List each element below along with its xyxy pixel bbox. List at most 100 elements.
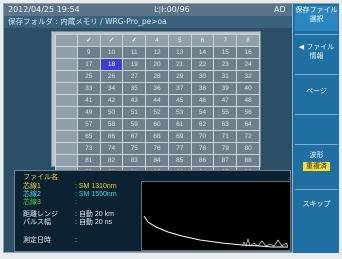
- grid-header-cell: 8: [236, 34, 260, 47]
- file-slot-cell[interactable]: 62: [190, 118, 215, 131]
- file-slot-cell[interactable]: 80: [236, 142, 260, 155]
- file-slot-cell[interactable]: 64: [236, 118, 260, 131]
- file-slot-cell[interactable]: 21: [167, 58, 192, 71]
- file-slot-cell[interactable]: 71: [213, 130, 238, 143]
- file-slot-cell[interactable]: [55, 130, 78, 143]
- file-slot-cell[interactable]: 79: [213, 142, 238, 155]
- file-slot-cell[interactable]: 45: [167, 94, 192, 107]
- file-slot-cell[interactable]: 43: [122, 94, 147, 107]
- file-slot-cell[interactable]: 16: [236, 46, 260, 59]
- file-slot-cell[interactable]: 76: [145, 142, 169, 155]
- info-label: 芯線1: [23, 183, 41, 190]
- file-slot-cell[interactable]: 60: [145, 118, 169, 131]
- skip-button[interactable]: スキップ: [295, 189, 338, 229]
- file-slot-cell[interactable]: 42: [99, 94, 124, 107]
- file-slot-cell[interactable]: 38: [190, 82, 215, 95]
- file-slot-cell[interactable]: 35: [122, 82, 147, 95]
- softkey-empty[interactable]: [295, 114, 338, 144]
- file-slot-cell[interactable]: 69: [167, 130, 192, 143]
- file-slot-cell[interactable]: 86: [190, 154, 215, 167]
- file-slot-cell[interactable]: 23: [213, 58, 238, 71]
- file-slot-cell[interactable]: 26: [99, 70, 124, 83]
- file-slot-cell[interactable]: 70: [190, 130, 215, 143]
- file-slot-cell[interactable]: 29: [167, 70, 192, 83]
- file-slot-cell[interactable]: 82: [99, 154, 124, 167]
- file-slot-cell[interactable]: 50: [99, 106, 124, 119]
- file-slot-cell[interactable]: [55, 94, 78, 107]
- file-slot-cell[interactable]: [55, 82, 78, 95]
- file-slot-cell[interactable]: 66: [99, 130, 124, 143]
- file-slot-cell[interactable]: 37: [167, 82, 192, 95]
- file-slot-cell[interactable]: 32: [236, 70, 260, 83]
- waveform-button[interactable]: 波形 重複済: [295, 144, 338, 189]
- file-slot-cell[interactable]: 40: [236, 82, 260, 95]
- file-slot-cell[interactable]: 49: [76, 106, 101, 119]
- file-slot-cell[interactable]: 22: [190, 58, 215, 71]
- file-slot-cell[interactable]: [55, 58, 78, 71]
- file-slot-cell[interactable]: 10: [99, 46, 124, 59]
- file-slot-cell[interactable]: 14: [190, 46, 215, 59]
- file-slot-cell[interactable]: [55, 70, 78, 83]
- file-slot-cell[interactable]: 51: [122, 106, 147, 119]
- file-slot-cell[interactable]: 81: [76, 154, 101, 167]
- file-slot-cell[interactable]: 18: [99, 58, 124, 71]
- file-slot-cell[interactable]: 39: [213, 82, 238, 95]
- file-slot-cell[interactable]: 84: [145, 154, 169, 167]
- file-slot-cell[interactable]: 83: [122, 154, 147, 167]
- file-slot-cell[interactable]: 27: [122, 70, 147, 83]
- file-slot-cell[interactable]: 9: [76, 46, 101, 59]
- file-slot-cell[interactable]: 65: [76, 130, 101, 143]
- file-slot-cell[interactable]: 12: [145, 46, 169, 59]
- file-slot-cell[interactable]: 59: [122, 118, 147, 131]
- file-slot-cell[interactable]: [55, 46, 78, 59]
- file-slot-cell[interactable]: 31: [213, 70, 238, 83]
- file-slot-cell[interactable]: 48: [236, 94, 260, 107]
- file-slot-cell[interactable]: 25: [76, 70, 101, 83]
- file-slot-cell[interactable]: 44: [145, 94, 169, 107]
- file-slot-cell[interactable]: 30: [190, 70, 215, 83]
- file-slot-cell[interactable]: 13: [167, 46, 192, 59]
- file-slot-cell[interactable]: 24: [236, 58, 260, 71]
- file-slot-cell[interactable]: 20: [145, 58, 169, 71]
- file-slot-cell[interactable]: 74: [99, 142, 124, 155]
- file-slot-cell[interactable]: 67: [122, 130, 147, 143]
- file-slot-cell[interactable]: 54: [190, 106, 215, 119]
- file-slot-cell[interactable]: 87: [213, 154, 238, 167]
- file-slot-cell[interactable]: [55, 118, 78, 131]
- file-slot-cell[interactable]: [55, 154, 78, 167]
- page-button[interactable]: ページ: [295, 74, 338, 114]
- file-slot-cell[interactable]: 88: [236, 154, 260, 167]
- file-slot-cell[interactable]: 53: [167, 106, 192, 119]
- file-slot-cell[interactable]: 46: [190, 94, 215, 107]
- save-folder-path: 保存フォルダ : 内蔵メモリ / WRG-Pro_pe>oa: [4, 16, 292, 28]
- file-slot-cell[interactable]: 41: [76, 94, 101, 107]
- file-slot-cell[interactable]: 72: [236, 130, 260, 143]
- file-slot-cell[interactable]: 55: [213, 106, 238, 119]
- file-slot-cell[interactable]: 17: [76, 58, 101, 71]
- file-slot-cell[interactable]: 78: [190, 142, 215, 155]
- file-slot-cell[interactable]: 75: [122, 142, 147, 155]
- file-slot-cell[interactable]: 15: [213, 46, 238, 59]
- file-info-button[interactable]: ◀ ファイル 情報: [295, 34, 338, 74]
- file-slot-cell[interactable]: 68: [145, 130, 169, 143]
- file-slot-cell[interactable]: 63: [213, 118, 238, 131]
- file-slot-cell[interactable]: 85: [167, 154, 192, 167]
- grid-row: 57 58 59 60 61 62 63 64: [55, 118, 260, 131]
- file-slot-cell[interactable]: 28: [145, 70, 169, 83]
- grid-header-cell: 6: [190, 34, 215, 47]
- file-slot-cell[interactable]: [55, 106, 78, 119]
- file-slot-cell[interactable]: 58: [99, 118, 124, 131]
- file-slot-cell[interactable]: 36: [145, 82, 169, 95]
- file-slot-cell[interactable]: 33: [76, 82, 101, 95]
- file-slot-cell[interactable]: 19: [122, 58, 147, 71]
- file-slot-cell[interactable]: [55, 142, 78, 155]
- file-slot-cell[interactable]: 61: [167, 118, 192, 131]
- file-slot-cell[interactable]: 57: [76, 118, 101, 131]
- file-slot-cell[interactable]: 52: [145, 106, 169, 119]
- file-slot-cell[interactable]: 77: [167, 142, 192, 155]
- file-slot-cell[interactable]: 34: [99, 82, 124, 95]
- file-slot-cell[interactable]: 73: [76, 142, 101, 155]
- file-slot-cell[interactable]: 11: [122, 46, 147, 59]
- file-slot-cell[interactable]: 56: [236, 106, 260, 119]
- file-slot-cell[interactable]: 47: [213, 94, 238, 107]
